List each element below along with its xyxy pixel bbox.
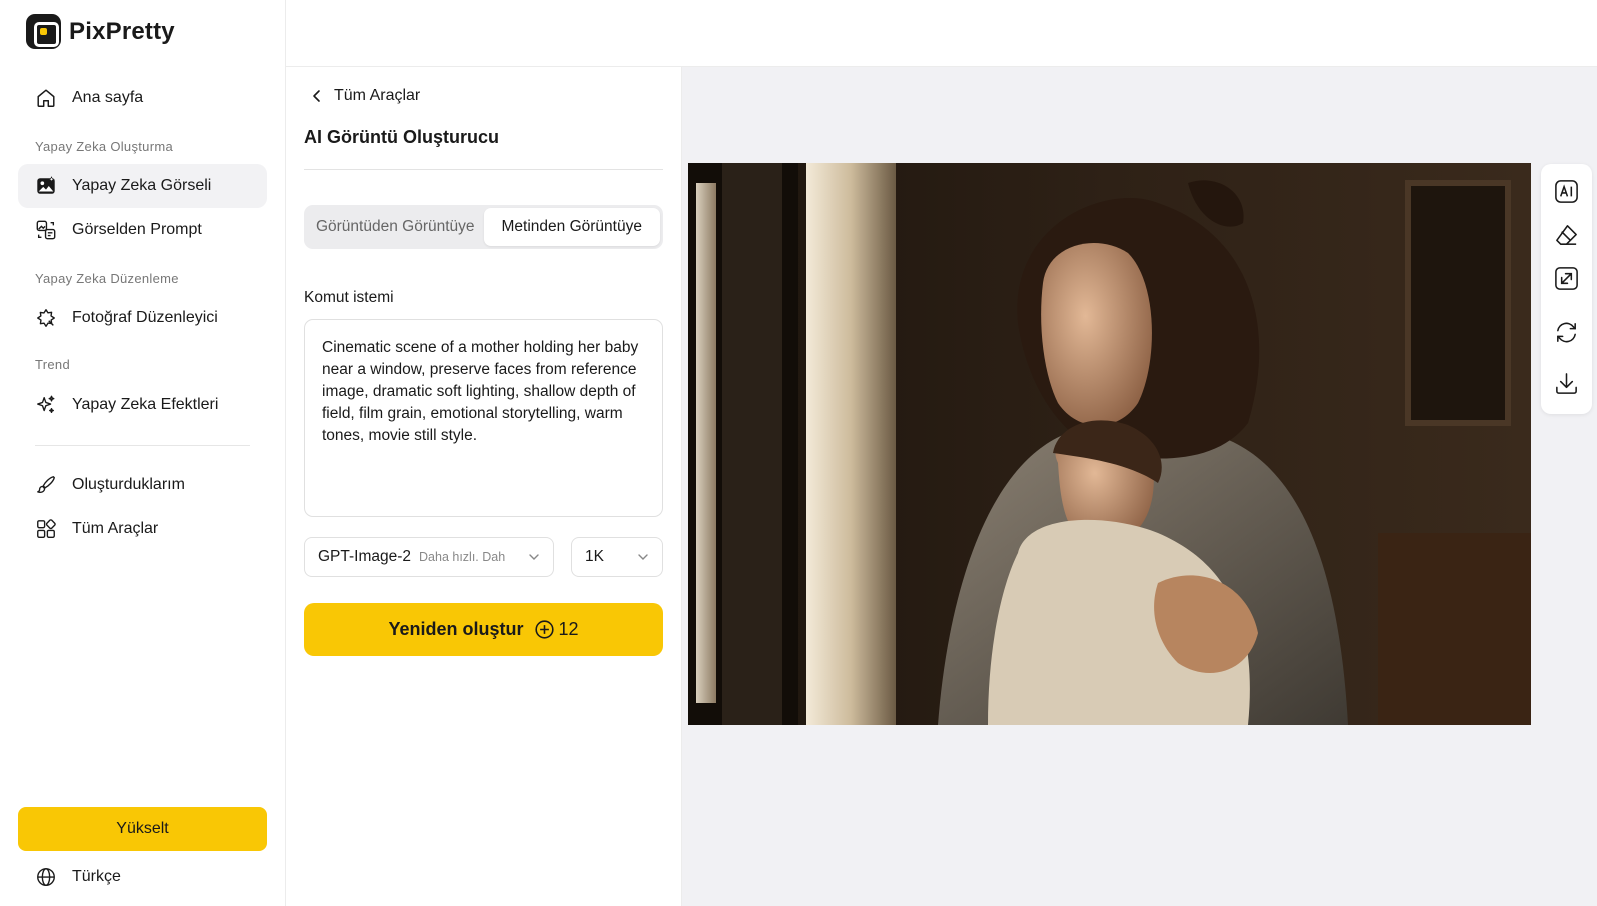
logo[interactable]: PixPretty — [26, 14, 175, 49]
sidebar-item-my-creations[interactable]: Oluşturduklarım — [18, 463, 267, 507]
home-icon — [37, 89, 55, 107]
model-select[interactable]: GPT-Image-2 Daha hızlı. Dah — [304, 537, 554, 577]
model-select-hint: Daha hızlı. Dah — [419, 550, 506, 564]
sidebar-item-photo-editor[interactable]: Fotoğraf Düzenleyici — [18, 296, 267, 340]
sidebar-divider — [35, 445, 250, 446]
section-label-trend: Trend — [35, 357, 70, 372]
back-link-label: Tüm Araçlar — [334, 87, 421, 104]
mode-tabs: Görüntüden Görüntüye Metinden Görüntüye — [304, 205, 663, 249]
resolution-select[interactable]: 1K — [571, 537, 663, 577]
tool-eraser[interactable] — [1553, 222, 1580, 249]
generated-image[interactable] — [688, 163, 1531, 725]
brush-icon — [37, 476, 55, 493]
regenerate-button[interactable]: Yeniden oluştur 12 — [304, 603, 663, 656]
image-to-prompt-icon — [36, 220, 56, 240]
sidebar-item-home[interactable]: Ana sayfa — [18, 76, 267, 120]
sidebar-item-label: Yapay Zeka Görseli — [72, 177, 212, 194]
tool-download[interactable] — [1553, 370, 1580, 397]
sidebar-item-label: Görselden Prompt — [72, 221, 202, 238]
eraser-icon — [1556, 225, 1577, 245]
sidebar-item-image-to-prompt[interactable]: Görselden Prompt — [18, 208, 267, 252]
sidebar-item-label: Yapay Zeka Efektleri — [72, 396, 219, 413]
tab-text-to-image[interactable]: Metinden Görüntüye — [483, 208, 660, 246]
sidebar-item-ai-effects[interactable]: Yapay Zeka Efektleri — [18, 383, 267, 427]
credit-plus-icon — [534, 620, 554, 639]
download-icon — [1556, 373, 1577, 394]
globe-icon — [37, 868, 55, 886]
tool-regenerate[interactable] — [1553, 319, 1580, 346]
chevron-down-icon — [529, 554, 539, 560]
logo-icon — [26, 14, 61, 49]
language-label: Türkçe — [72, 868, 121, 885]
canvas-area — [682, 67, 1597, 906]
photo-editor-icon — [37, 309, 55, 327]
prompt-input[interactable]: Cinematic scene of a mother holding her … — [304, 319, 663, 517]
upscale-icon — [1555, 267, 1578, 290]
generated-image-illustration — [688, 163, 1531, 725]
language-selector[interactable]: Türkçe — [35, 866, 121, 888]
image-toolbar — [1541, 164, 1592, 414]
regenerate-button-label: Yeniden oluştur — [388, 619, 524, 639]
chevron-left-icon — [313, 90, 320, 102]
section-label-create: Yapay Zeka Oluşturma — [35, 139, 173, 154]
tool-ai-edit[interactable] — [1553, 178, 1580, 205]
sidebar-item-label: Oluşturduklarım — [72, 476, 185, 493]
ai-edit-icon — [1555, 180, 1578, 203]
sidebar-item-ai-image[interactable]: Yapay Zeka Görseli — [18, 164, 267, 208]
page-title: AI Görüntü Oluşturucu — [304, 127, 499, 147]
model-select-value: GPT-Image-2 — [318, 548, 412, 565]
sidebar-item-all-tools[interactable]: Tüm Araçlar — [18, 507, 267, 551]
back-to-all-tools[interactable]: Tüm Araçlar — [310, 87, 420, 105]
top-bar — [286, 0, 1597, 67]
chevron-down-icon — [638, 554, 648, 560]
tab-image-to-image[interactable]: Görüntüden Görüntüye — [307, 208, 484, 246]
sidebar-item-label: Fotoğraf Düzenleyici — [72, 309, 218, 326]
tool-panel: Tüm Araçlar AI Görüntü Oluşturucu Görünt… — [286, 67, 682, 906]
ai-image-icon — [37, 176, 55, 194]
resolution-select-value: 1K — [585, 548, 604, 565]
sidebar-item-label: Tüm Araçlar — [72, 520, 159, 537]
credit-cost: 12 — [534, 619, 579, 640]
sparkles-icon — [37, 395, 55, 414]
app-name: PixPretty — [69, 17, 175, 45]
prompt-label: Komut istemi — [304, 289, 394, 306]
upgrade-button[interactable]: Yükselt — [18, 807, 267, 851]
tool-upscale[interactable] — [1553, 265, 1580, 292]
panel-divider — [304, 169, 663, 170]
regenerate-icon — [1557, 322, 1576, 343]
grid-icon — [37, 519, 56, 538]
sidebar-item-label: Ana sayfa — [72, 89, 144, 106]
credit-cost-value: 12 — [558, 619, 579, 639]
section-label-edit: Yapay Zeka Düzenleme — [35, 271, 179, 286]
sidebar: PixPretty Ana sayfa Yapay Zeka Oluşturma… — [0, 0, 286, 906]
